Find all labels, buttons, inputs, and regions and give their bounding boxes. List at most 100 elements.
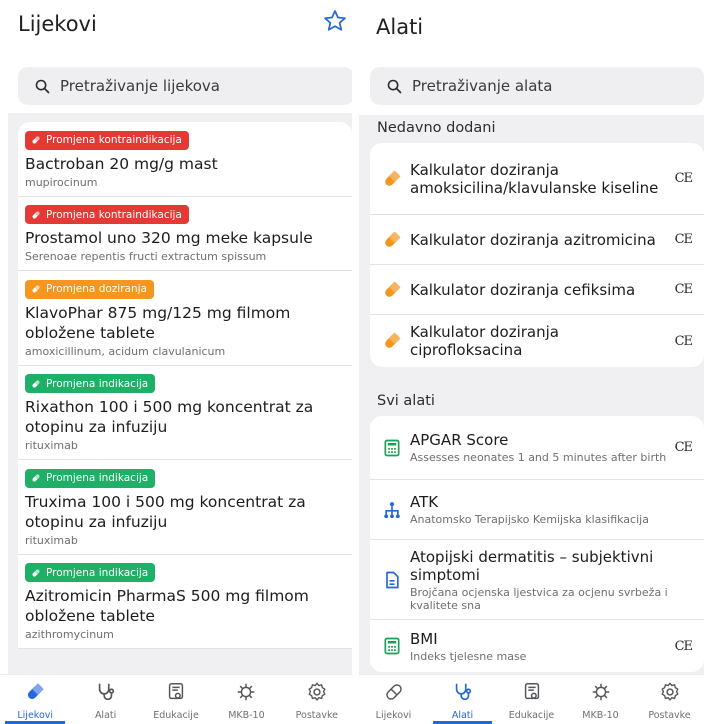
- tab-alati[interactable]: Alati: [70, 675, 140, 724]
- drug-substance: rituximab: [25, 533, 78, 547]
- tool-description: Indeks tjelesne mase: [410, 649, 527, 663]
- badge-label: Promjena kontraindikacija: [46, 208, 182, 221]
- badge-label: Promjena indikacija: [46, 566, 149, 579]
- hierarchy-icon: [382, 500, 402, 520]
- favorites-star-icon[interactable]: [322, 8, 348, 34]
- pill-icon: [32, 210, 41, 218]
- search-placeholder: Pretraživanje lijekova: [60, 77, 220, 95]
- badge-label: Promjena indikacija: [46, 472, 149, 484]
- ce-mark: CE: [674, 333, 693, 349]
- ce-mark: CE: [674, 440, 693, 455]
- drug-item[interactable]: Promjena kontraindikacija Bactroban 20 m…: [18, 122, 352, 197]
- calculator-icon: [382, 438, 402, 458]
- header: Lijekovi: [0, 0, 352, 62]
- header: Alati: [359, 0, 704, 62]
- pill-icon: [382, 230, 402, 250]
- drug-item[interactable]: Promjena doziranja KlavoPhar 875 mg/125 …: [18, 271, 352, 366]
- change-badge: Promjena doziranja: [25, 279, 154, 299]
- tab-alati[interactable]: Alati: [428, 675, 497, 724]
- tab-bar: Lijekovi Alati Edukacije MKB-10 Postavke: [359, 674, 704, 724]
- tool-item[interactable]: BMI Indeks tjelesne mase CE: [370, 620, 704, 672]
- tool-description: Anatomsko Terapijsko Kemijska klasifikac…: [410, 513, 649, 526]
- tool-item[interactable]: Kalkulator doziranja azitromicina CE: [370, 215, 704, 265]
- virus-tab-icon: [235, 681, 257, 707]
- pill-icon: [32, 379, 41, 387]
- tool-item[interactable]: Kalkulator doziranja cefiksima CE: [370, 265, 704, 315]
- ce-mark: CE: [674, 638, 693, 654]
- drug-substance: rituximab: [25, 439, 78, 452]
- tab-lijekovi[interactable]: Lijekovi: [0, 675, 70, 724]
- recent-tools-card: Kalkulator doziranja amoksicilina/klavul…: [370, 143, 704, 367]
- drug-substance: amoxicillinum, acidum clavulanicum: [25, 344, 226, 358]
- pill-icon: [382, 331, 402, 351]
- tool-title: Kalkulator doziranja ciprofloksacina: [410, 323, 559, 359]
- change-badge: Promjena indikacija: [25, 563, 156, 582]
- change-badge: Promjena kontraindikacija: [25, 205, 189, 224]
- pill-tab-icon: [383, 681, 405, 707]
- badge-label: Promjena kontraindikacija: [46, 134, 182, 146]
- drug-item[interactable]: Promjena indikacija Truxima 100 i 500 mg…: [18, 460, 352, 555]
- tab-label: Alati: [451, 710, 474, 721]
- tab-bar: Lijekovi Alati Edukacije MKB-10 Postavke: [0, 674, 352, 724]
- drug-search-input[interactable]: Pretraživanje lijekova: [18, 67, 352, 105]
- virus-tab-icon: [590, 681, 612, 707]
- recent-section-label: Nedavno dodani: [377, 120, 496, 136]
- change-badge: Promjena indikacija: [25, 374, 156, 393]
- tab-mkb-10[interactable]: MKB-10: [211, 675, 281, 724]
- tab-lijekovi[interactable]: Lijekovi: [359, 675, 428, 724]
- search-placeholder: Pretraživanje alata: [412, 77, 553, 95]
- tab-label: Lijekovi: [375, 710, 412, 721]
- drug-item[interactable]: Promjena indikacija Azitromicin PharmaS …: [18, 555, 352, 649]
- stethoscope-tab-icon: [452, 681, 474, 707]
- pill-icon: [32, 284, 41, 293]
- tab-label: MKB-10: [582, 710, 619, 721]
- tool-item[interactable]: APGAR Score Assesses neonates 1 and 5 mi…: [370, 416, 704, 480]
- tool-item[interactable]: Kalkulator doziranja amoksicilina/klavul…: [370, 143, 704, 215]
- tab-label: Edukacije: [508, 710, 555, 721]
- page-title: Alati: [376, 15, 424, 39]
- tab-label: Postavke: [648, 710, 691, 721]
- tool-title: Kalkulator doziranja azitromicina: [410, 230, 656, 249]
- tool-search-input[interactable]: Pretraživanje alata: [370, 67, 704, 105]
- ce-mark: CE: [674, 171, 693, 186]
- tab-edukacije[interactable]: Edukacije: [141, 675, 211, 724]
- drug-name: Prostamol uno 320 mg meke kapsule: [25, 229, 313, 247]
- tab-postavke[interactable]: Postavke: [635, 675, 704, 724]
- tab-mkb-10[interactable]: MKB-10: [566, 675, 635, 724]
- search-icon: [387, 79, 402, 93]
- certificate-tab-icon: [521, 681, 543, 707]
- settings-tab-icon: [306, 681, 328, 707]
- drug-name: Azitromicin PharmaS 500 mg filmom oblože…: [25, 587, 309, 625]
- tool-item[interactable]: ATK Anatomsko Terapijsko Kemijska klasif…: [370, 480, 704, 540]
- pill-icon: [32, 473, 41, 482]
- pill-icon: [32, 568, 41, 576]
- tool-title: ATK: [410, 493, 439, 511]
- stethoscope-tab-icon: [95, 681, 117, 707]
- all-tools-card: APGAR Score Assesses neonates 1 and 5 mi…: [370, 416, 704, 672]
- tool-item[interactable]: Kalkulator doziranja ciprofloksacina CE: [370, 315, 704, 367]
- document-icon: [382, 570, 402, 590]
- tab-postavke[interactable]: Postavke: [282, 675, 352, 724]
- drug-name: Rixathon 100 i 500 mg koncentrat za otop…: [25, 398, 314, 436]
- tool-description: Assesses neonates 1 and 5 minutes after …: [410, 451, 667, 464]
- page-title: Lijekovi: [18, 12, 97, 36]
- tab-edukacije[interactable]: Edukacije: [497, 675, 566, 724]
- tool-title: APGAR Score: [410, 431, 509, 449]
- drugs-screen: Lijekovi Pretraživanje lijekova Promjena…: [0, 0, 352, 724]
- tool-title: Kalkulator doziranja amoksicilina/klavul…: [410, 160, 659, 197]
- tool-item[interactable]: Atopijski dermatitis – subjektivni simpt…: [370, 540, 704, 620]
- calculator-icon: [382, 636, 402, 656]
- drug-list: Promjena kontraindikacija Bactroban 20 m…: [18, 122, 352, 649]
- drug-item[interactable]: Promjena kontraindikacija Prostamol uno …: [18, 197, 352, 271]
- tab-label: Lijekovi: [17, 710, 54, 721]
- tab-label: Postavke: [295, 710, 338, 721]
- drug-name: Truxima 100 i 500 mg koncentrat za otopi…: [25, 492, 306, 531]
- drug-substance: azithromycinum: [25, 628, 114, 641]
- drug-substance: Serenoae repentis fructi extractum spiss…: [25, 250, 267, 263]
- drug-name: Bactroban 20 mg/g mast: [25, 154, 218, 173]
- badge-label: Promjena doziranja: [46, 283, 147, 295]
- badge-label: Promjena indikacija: [46, 377, 149, 390]
- tool-title: Atopijski dermatitis – subjektivni simpt…: [410, 547, 654, 584]
- pill-tab-icon: [24, 681, 46, 707]
- drug-item[interactable]: Promjena indikacija Rixathon 100 i 500 m…: [18, 366, 352, 460]
